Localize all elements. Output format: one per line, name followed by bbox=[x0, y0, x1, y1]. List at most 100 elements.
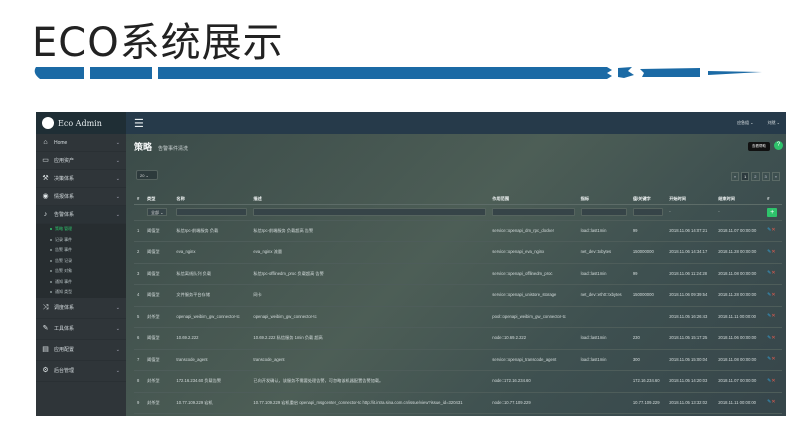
help-icon[interactable]: ? bbox=[774, 141, 783, 150]
delete-icon[interactable]: ✕ bbox=[771, 249, 775, 255]
table-row[interactable]: 2 阈值型 eva_nginx eva_nginx 流量 service::openap… bbox=[134, 241, 782, 264]
topbar-menu[interactable]: 应急组 ⌄ bbox=[737, 120, 753, 126]
value-filter-input[interactable] bbox=[632, 208, 664, 216]
delete-icon[interactable]: ✕ bbox=[771, 335, 775, 341]
delete-icon[interactable]: ✕ bbox=[771, 270, 775, 277]
sidebar-subitem[interactable]: 告警 记录 bbox=[36, 255, 126, 266]
app-logo[interactable]: Eco Admin bbox=[36, 112, 126, 134]
slide-title: ECO系统展示 bbox=[32, 20, 284, 66]
cell-desc: 10.77.109.229 宕机重启 openapi_msgcenter_con… bbox=[250, 392, 490, 414]
table-row[interactable]: 4 阈值型 文件服务平台存储 网卡 service::openapi_unistore_… bbox=[134, 284, 782, 307]
sidebar-item-label: 情报体系 bbox=[54, 194, 75, 200]
cell-type: 封杀型 bbox=[144, 392, 174, 414]
desc-filter-input[interactable] bbox=[253, 208, 487, 216]
column-header[interactable]: 作用范围 bbox=[489, 194, 578, 205]
cell-value: 99 bbox=[629, 263, 667, 285]
row-actions: ✎✕ bbox=[764, 392, 782, 414]
cell-end: 2018.11.07 00:00:00 bbox=[715, 220, 765, 242]
start-time-filter[interactable]: - bbox=[669, 209, 670, 214]
chevron-down-icon: ⌄ bbox=[115, 157, 120, 164]
table-row[interactable]: 3 阈值型 私信离线队列 负载 私信rpc-offlinedm_proc 负载超高 告… bbox=[134, 263, 782, 285]
delete-icon[interactable]: ✕ bbox=[771, 378, 775, 384]
bullet-icon bbox=[50, 259, 52, 262]
cell-metric: load::last1min bbox=[577, 349, 630, 371]
page-link[interactable]: » bbox=[771, 172, 780, 181]
sidebar-item[interactable]: ⤨ 调度体系 ⌄ bbox=[36, 298, 126, 319]
delete-icon[interactable]: ✕ bbox=[771, 227, 775, 234]
sidebar-subitem[interactable]: 通知 事件 bbox=[36, 276, 126, 287]
monitor-icon: ▭ bbox=[42, 157, 49, 164]
sidebar-subitem[interactable]: 记录 事件 bbox=[36, 234, 126, 245]
cell-start: 2018.11.06 14:34:17 bbox=[666, 241, 716, 264]
sidebar-subitem[interactable]: 告警 事件 bbox=[36, 245, 126, 256]
cell-value: 10.77.109.229 bbox=[629, 392, 667, 414]
filter-row: 全部 ⌄ - - + bbox=[134, 204, 782, 221]
cell-end: 2018.11.28 00:00:00 bbox=[715, 241, 765, 264]
delete-icon[interactable]: ✕ bbox=[771, 356, 775, 363]
page-link[interactable]: 3 bbox=[761, 172, 770, 181]
sidebar-item[interactable]: ◉ 情报体系 ⌄ bbox=[36, 188, 126, 206]
delete-icon[interactable]: ✕ bbox=[771, 399, 775, 406]
table-row[interactable]: 1 阈值型 私信rpc-前端服务 负载 私信rpc-前端服务 负载超高 告警 servi… bbox=[134, 220, 782, 242]
sidebar-item[interactable]: ▭ 应用资产 ⌄ bbox=[36, 152, 126, 170]
column-header[interactable]: 名称 bbox=[173, 194, 251, 205]
page-link[interactable]: 1 bbox=[741, 172, 750, 181]
delete-icon[interactable]: ✕ bbox=[771, 292, 775, 298]
cell-start: 2018.11.06 11:24:28 bbox=[666, 263, 716, 285]
page-link[interactable]: « bbox=[730, 172, 740, 181]
cell-no: 9 bbox=[134, 392, 144, 414]
bullet-icon bbox=[50, 238, 52, 241]
gears-icon: ⚙ bbox=[42, 367, 49, 374]
name-filter-input[interactable] bbox=[176, 208, 248, 216]
cloud-logo-icon bbox=[42, 117, 54, 129]
sidebar-item[interactable]: ▤ 应用配置 ⌄ bbox=[36, 340, 126, 361]
column-header[interactable]: 指标 bbox=[577, 194, 630, 205]
metric-filter-input[interactable] bbox=[580, 208, 627, 216]
sidebar-subitem-label: 通知 事件 bbox=[55, 278, 73, 284]
cell-desc: 10.69.2.222 私信服务 1min 负载 超高 bbox=[250, 327, 490, 350]
cell-value bbox=[629, 306, 667, 328]
table-row[interactable]: 7 阈值型 transcode_agent transcode_agent servic… bbox=[134, 349, 782, 371]
sidebar-subitem[interactable]: 策略 管理 bbox=[36, 224, 126, 235]
row-actions: ✎✕ bbox=[764, 241, 782, 264]
table-row[interactable]: 5 封杀型 openapi_weibim_gw_connector-tc openap… bbox=[134, 306, 782, 328]
column-header[interactable]: 开始时间 bbox=[666, 194, 716, 205]
cell-scope: pool::openapi_weibim_gw_connector-tc bbox=[489, 306, 578, 328]
cell-scope: service::openapi_eva_nginx bbox=[489, 241, 578, 264]
sidebar-item[interactable]: ♪ 告警体系 ⌄ bbox=[36, 206, 126, 224]
table-row[interactable]: 6 阈值型 10.69.2.222 10.69.2.222 私信服务 1min 负载 … bbox=[134, 327, 782, 350]
column-header[interactable]: # bbox=[764, 194, 782, 205]
add-policy-button[interactable]: + bbox=[767, 207, 778, 217]
row-actions: ✎✕ bbox=[764, 220, 782, 242]
table-row[interactable]: 8 封杀型 172.16.234.60 负载告警 已向开发确认，该服务不需要处理告警，… bbox=[134, 370, 782, 393]
topbar-menu[interactable]: 刘然 ⌄ bbox=[768, 120, 780, 126]
sidebar-item[interactable]: ✎ 工具体系 ⌄ bbox=[36, 319, 126, 340]
column-header[interactable]: 值/关键字 bbox=[629, 194, 667, 205]
sidebar-subitem[interactable]: 通知 类型 bbox=[36, 287, 126, 298]
type-filter-select[interactable]: 全部 ⌄ bbox=[147, 208, 168, 216]
page-size-select[interactable]: 20 ⌄ bbox=[136, 170, 158, 180]
table-row[interactable]: 9 封杀型 10.77.109.229 宕机 10.77.109.229 宕机重启 o… bbox=[134, 392, 782, 414]
column-header[interactable]: 结束时间 bbox=[715, 194, 765, 205]
sidebar-item[interactable]: ⚒ 决策体系 ⌄ bbox=[36, 170, 126, 188]
menu-toggle-icon[interactable]: ☰ bbox=[134, 117, 144, 130]
cell-end: 2018.11.08 00:00:00 bbox=[715, 263, 765, 285]
help-button[interactable]: 查看帮助 bbox=[748, 142, 770, 151]
wrench-icon: ✎ bbox=[42, 325, 49, 332]
cell-no: 4 bbox=[134, 284, 144, 307]
cell-metric: load::last1min bbox=[577, 327, 630, 350]
page-link[interactable]: 2 bbox=[751, 172, 760, 181]
column-header[interactable]: # bbox=[134, 194, 144, 205]
delete-icon[interactable]: ✕ bbox=[771, 313, 775, 320]
end-time-filter[interactable]: - bbox=[718, 209, 719, 214]
column-header[interactable]: 类型 bbox=[144, 194, 174, 205]
sidebar-item-label: 应用配置 bbox=[54, 347, 75, 353]
column-header[interactable]: 描述 bbox=[250, 194, 490, 205]
cell-start: 2018.11.06 14:07:21 bbox=[666, 220, 716, 242]
sidebar-item[interactable]: ⌂ Home ⌄ bbox=[36, 134, 126, 152]
sidebar-subitem[interactable]: 告警 对象 bbox=[36, 266, 126, 277]
topbar: ☰ 应急组 ⌄ 刘然 ⌄ bbox=[126, 112, 786, 134]
sidebar-item[interactable]: ⚙ 后台管理 ⌄ bbox=[36, 361, 126, 382]
chevron-down-icon: ⌄ bbox=[115, 346, 120, 353]
scope-filter-input[interactable] bbox=[492, 208, 575, 216]
